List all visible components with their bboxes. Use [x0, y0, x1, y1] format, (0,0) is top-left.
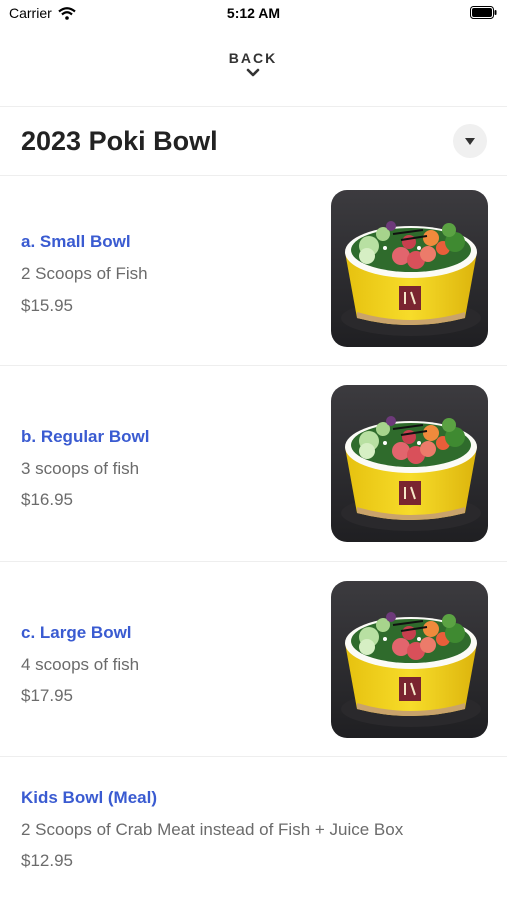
menu-item-regular-bowl[interactable]: b. Regular Bowl 3 scoops of fish $16.95	[0, 366, 507, 561]
poke-bowl-photo	[331, 385, 488, 542]
app-screen: Carrier 5:12 AM BACK 2023 Poki Bowl a. S…	[0, 0, 507, 900]
item-description: 2 Scoops of Fish	[21, 264, 148, 283]
battery-icon	[470, 6, 497, 19]
category-title: 2023 Poki Bowl	[21, 126, 218, 156]
item-price: $16.95	[21, 490, 73, 509]
menu-item-large-bowl[interactable]: c. Large Bowl 4 scoops of fish $17.95	[0, 562, 507, 756]
menu-item-kids-bowl[interactable]: Kids Bowl (Meal) 2 Scoops of Crab Meat i…	[0, 757, 507, 900]
item-name: a. Small Bowl	[21, 232, 131, 251]
poke-bowl-photo	[331, 581, 488, 738]
chevron-down-icon	[246, 68, 260, 77]
item-price: $12.95	[21, 851, 73, 870]
status-time: 5:12 AM	[226, 5, 281, 21]
status-bar: Carrier 5:12 AM	[0, 0, 507, 30]
item-name: Kids Bowl (Meal)	[21, 788, 158, 807]
item-description: 3 scoops of fish	[21, 459, 140, 478]
back-button[interactable]: BACK	[203, 50, 303, 92]
item-name: c. Large Bowl	[21, 623, 132, 642]
category-dropdown-button[interactable]	[453, 124, 487, 158]
poke-bowl-photo	[331, 190, 488, 347]
item-description: 4 scoops of fish	[21, 655, 140, 674]
item-name: b. Regular Bowl	[21, 427, 150, 446]
menu-item-small-bowl[interactable]: a. Small Bowl 2 Scoops of Fish $15.95	[0, 176, 507, 365]
caret-down-icon	[465, 138, 475, 145]
item-price: $17.95	[21, 686, 73, 705]
item-price: $15.95	[21, 296, 73, 315]
item-description: 2 Scoops of Crab Meat instead of Fish + …	[21, 820, 404, 839]
divider	[0, 106, 507, 107]
back-label: BACK	[228, 50, 278, 66]
